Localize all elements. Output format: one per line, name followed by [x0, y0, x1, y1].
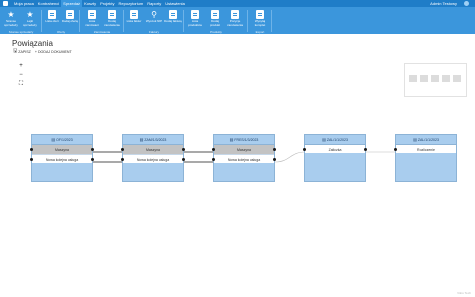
node-header: ZAM/1/3/2023 — [144, 138, 167, 142]
connector-port[interactable] — [182, 148, 185, 151]
connector-port[interactable] — [91, 158, 94, 161]
node-row: Nowa kolejna usługa — [45, 158, 79, 162]
watermark-text: Vikro Tech — [457, 291, 471, 295]
connector-port[interactable] — [121, 148, 124, 151]
document-icon: ▤ — [51, 137, 56, 142]
connector-line — [274, 151, 306, 163]
document-node[interactable]: ▤OF/1/2023 Maszyna Nowa kolejna usługa — [30, 134, 94, 182]
node-header: OF/1/2023 — [56, 138, 73, 142]
node-row: Nowa kolejna usługa — [227, 158, 261, 162]
node-row: Nowa kolejna usługa — [136, 158, 170, 162]
connector-port[interactable] — [212, 158, 215, 161]
connector-port[interactable] — [273, 148, 276, 151]
connector-port[interactable] — [364, 148, 367, 151]
connector-port[interactable] — [212, 148, 215, 151]
node-row: Rozliczenie — [417, 148, 435, 152]
node-header: ZAL/1/1/2023 — [417, 138, 439, 142]
connector-port[interactable] — [303, 148, 306, 151]
node-row: Maszyna — [145, 148, 160, 152]
connector-port[interactable] — [30, 148, 33, 151]
connector-port[interactable] — [121, 158, 124, 161]
document-node[interactable]: ▤FRES/1/3/2023 Maszyna Nowa kolejna usłu… — [212, 134, 276, 182]
node-row: Zaliczka — [328, 148, 342, 152]
connector-port[interactable] — [182, 158, 185, 161]
node-row: Maszyna — [54, 148, 69, 152]
connector-port[interactable] — [273, 158, 276, 161]
node-footer — [305, 153, 365, 181]
document-icon: ▤ — [413, 137, 417, 142]
node-header: FRES/1/3/2023 — [234, 138, 259, 142]
node-row: Maszyna — [236, 148, 251, 152]
document-icon: ▤ — [139, 137, 144, 142]
document-node[interactable]: ▤ZAL/1/1/2023 Zaliczka — [303, 134, 367, 182]
node-footer — [32, 163, 92, 181]
node-footer — [396, 153, 456, 181]
connector-port[interactable] — [91, 148, 94, 151]
node-footer — [123, 163, 183, 181]
connector-port[interactable] — [30, 158, 33, 161]
document-icon: ▤ — [322, 137, 326, 142]
document-icon: ▤ — [229, 137, 234, 142]
node-footer — [214, 163, 274, 181]
document-node[interactable]: ▤ZAM/1/3/2023 Maszyna Nowa kolejna usług… — [121, 134, 185, 182]
document-node[interactable]: ▤ZAL/1/1/2023 Rozliczenie — [394, 134, 457, 182]
connector-port[interactable] — [394, 148, 397, 151]
node-header: ZAL/1/1/2023 — [326, 138, 348, 142]
